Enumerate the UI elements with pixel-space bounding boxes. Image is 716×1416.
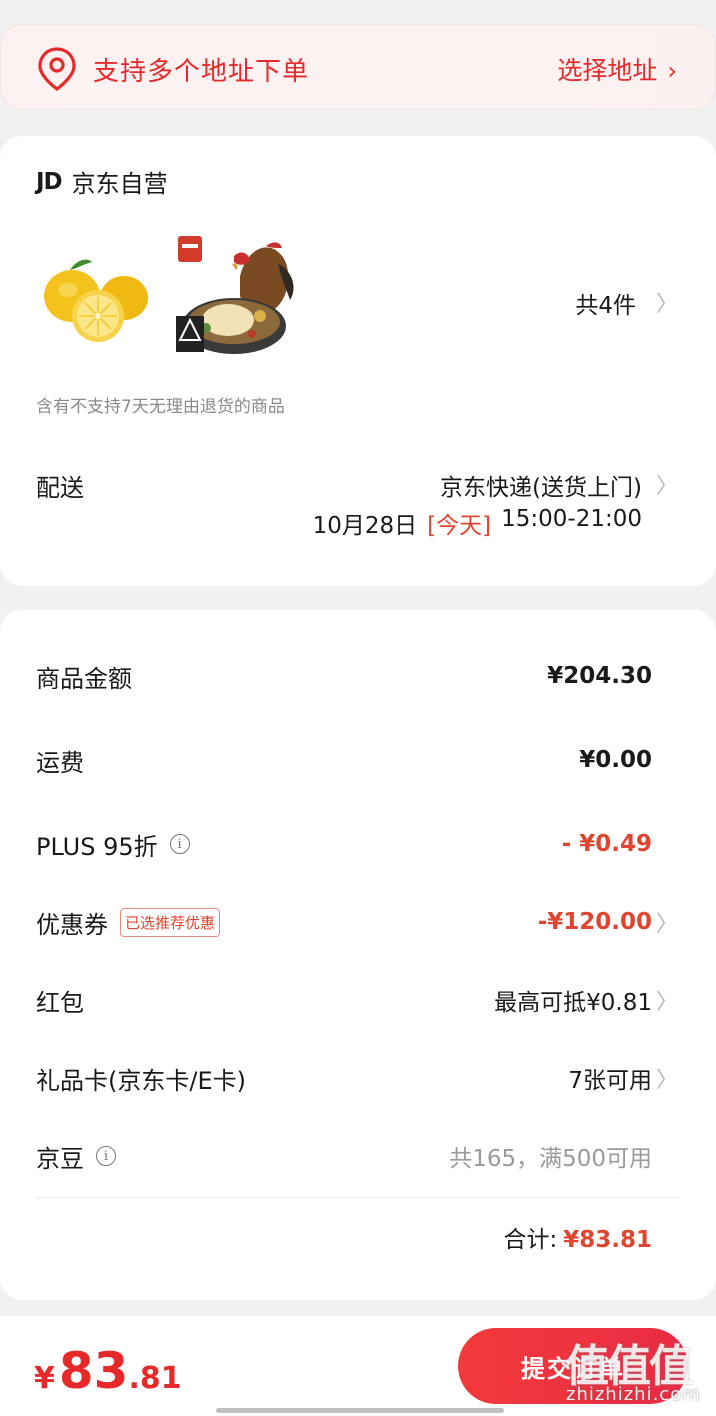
address-banner[interactable]: 支持多个地址下单 选择地址 › <box>0 24 716 110</box>
coupon-text: 优惠券 <box>36 910 108 939</box>
home-indicator[interactable] <box>216 1408 504 1413</box>
delivery-label: 配送 <box>36 474 84 502</box>
red-packet-value: 最高可抵¥0.81 <box>494 990 652 1016</box>
multi-address-text: 支持多个地址下单 <box>93 57 310 87</box>
jingdou-label: 京豆 i <box>36 1139 116 1174</box>
total-label: 合计: <box>503 1227 558 1253</box>
select-address-button[interactable]: 选择地址 › <box>557 51 677 87</box>
chevron-right-icon: › <box>667 57 677 85</box>
shipping-value: ¥0.00 <box>579 747 652 773</box>
select-address-label: 选择地址 <box>557 56 658 85</box>
delivery-today-tag: [今天] <box>427 513 492 539</box>
item-count[interactable]: 共4件 <box>575 286 636 320</box>
coupon-row[interactable]: 优惠券 已选推荐优惠 -¥120.00 〉 <box>36 902 678 942</box>
jingdou-row: 京豆 i 共165，满500可用 <box>36 1136 652 1176</box>
delivery-time[interactable]: 10月28日 [今天] 15:00-21:00 <box>313 506 642 540</box>
fee-summary-card: 商品金额 ¥204.30 运费 ¥0.00 PLUS 95折 i - ¥0.49… <box>0 610 716 1300</box>
jingdou-value: 共165，满500可用 <box>449 1146 652 1172</box>
delivery-window: 15:00-21:00 <box>501 506 642 532</box>
plus-discount-row: PLUS 95折 i - ¥0.49 <box>36 824 652 864</box>
chevron-right-icon[interactable]: 〉 <box>656 906 678 938</box>
coupon-recommended-badge: 已选推荐优惠 <box>120 907 221 937</box>
payable-amount: ¥ 83 .81 <box>34 1342 182 1400</box>
jd-logo: JD <box>36 168 63 195</box>
store-header: JD 京东自营 <box>36 164 168 199</box>
currency-symbol: ¥ <box>34 1361 55 1396</box>
lemon-product-image[interactable] <box>40 252 152 348</box>
shipping-label: 运费 <box>36 748 84 777</box>
coupon-label: 优惠券 已选推荐优惠 <box>36 905 221 940</box>
jingdou-text: 京豆 <box>36 1144 84 1173</box>
info-icon[interactable]: i <box>96 1146 116 1166</box>
coupon-value: -¥120.00 <box>537 909 652 935</box>
gift-card-value: 7张可用 <box>568 1068 652 1094</box>
store-card: JD 京东自营 共4件 〉 含有不支持7天无理由退货的商品 配送 京东快递(送货… <box>0 136 716 586</box>
total-value: ¥83.81 <box>563 1227 652 1253</box>
order-total: 合计: ¥83.81 <box>503 1220 652 1254</box>
watermark-url: zhizhizhi.com <box>566 1384 701 1405</box>
amount-decimal: .81 <box>128 1361 182 1396</box>
chevron-right-icon[interactable]: 〉 <box>656 984 678 1016</box>
chevron-right-icon[interactable]: 〉 <box>656 1062 678 1094</box>
plus-discount-value: - ¥0.49 <box>561 831 652 857</box>
goods-amount-label: 商品金额 <box>36 664 132 693</box>
chicken-product-image[interactable] <box>170 236 300 360</box>
shipping-row: 运费 ¥0.00 <box>36 740 652 780</box>
delivery-date: 10月28日 <box>312 513 418 539</box>
chevron-right-icon[interactable]: 〉 <box>656 286 678 318</box>
plus-discount-text: PLUS 95折 <box>36 832 158 861</box>
red-packet-row[interactable]: 红包 最高可抵¥0.81 〉 <box>36 980 678 1020</box>
red-packet-label: 红包 <box>36 988 84 1017</box>
gift-card-label: 礼品卡(京东卡/E卡) <box>36 1066 246 1095</box>
return-policy-notice: 含有不支持7天无理由退货的商品 <box>36 397 285 417</box>
store-name: 京东自营 <box>71 170 168 198</box>
goods-amount-value: ¥204.30 <box>547 663 652 689</box>
gift-card-row[interactable]: 礼品卡(京东卡/E卡) 7张可用 〉 <box>36 1058 678 1098</box>
goods-amount-row: 商品金额 ¥204.30 <box>36 656 652 696</box>
divider <box>36 1197 680 1198</box>
delivery-method[interactable]: 京东快递(送货上门) <box>440 468 642 502</box>
chevron-right-icon[interactable]: 〉 <box>656 468 678 500</box>
location-pin-icon <box>38 47 76 91</box>
plus-discount-label: PLUS 95折 i <box>36 827 190 862</box>
amount-integer: 83 <box>58 1342 129 1400</box>
info-icon[interactable]: i <box>169 834 190 854</box>
